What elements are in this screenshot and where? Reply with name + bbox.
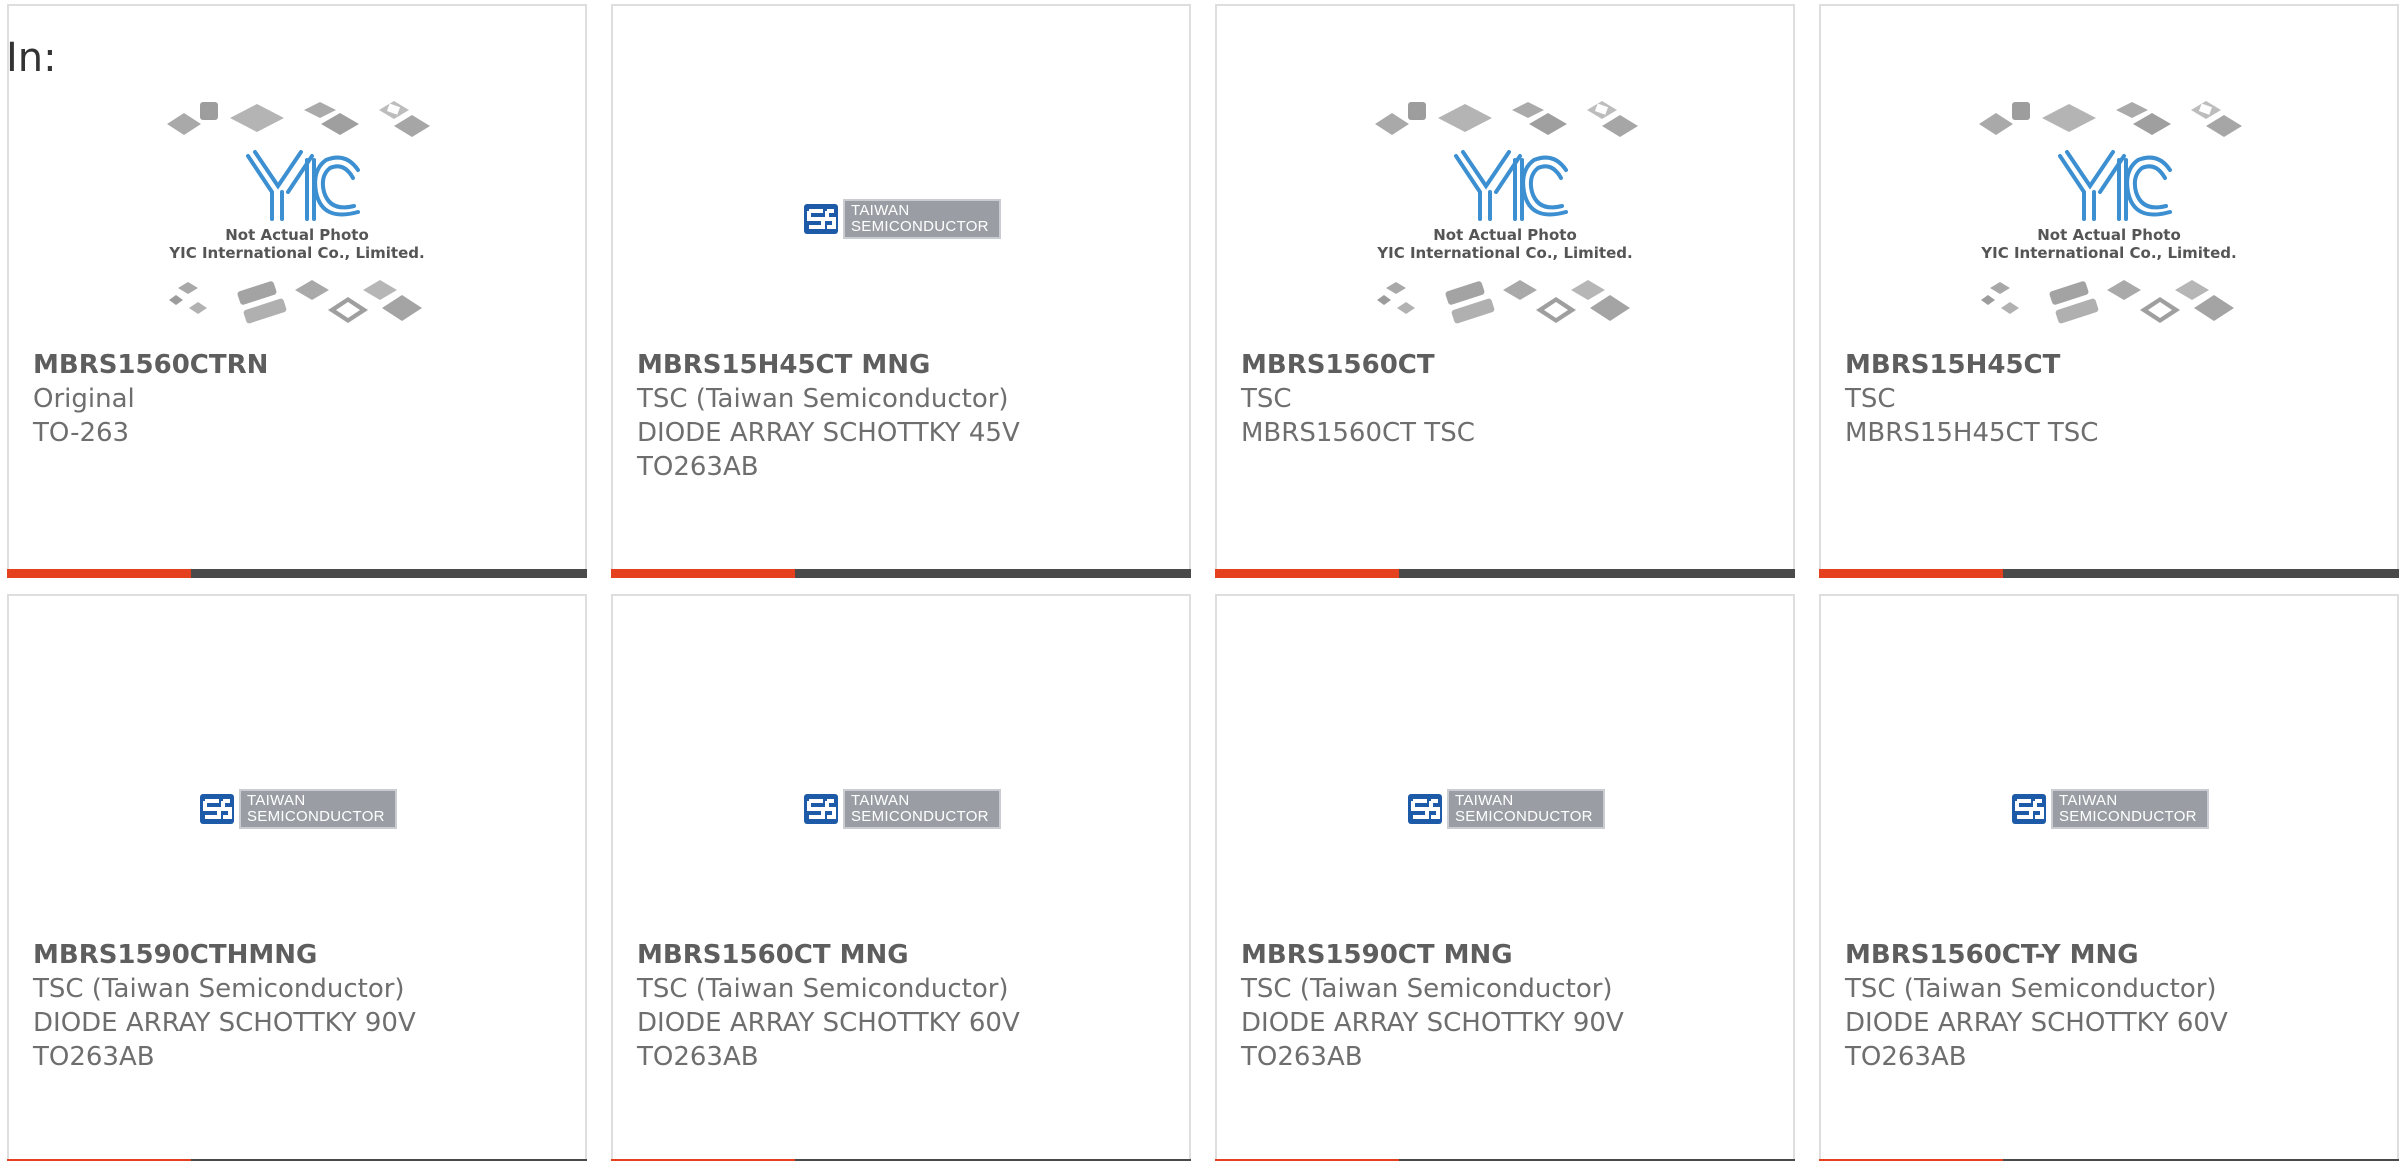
- card-bottom-bar: [1215, 569, 1795, 578]
- tsc-logo-line1: TAIWAN: [2059, 792, 2118, 809]
- product-detail-line: TO-263: [33, 418, 130, 448]
- tsc-logo-line2: SEMICONDUCTOR: [2059, 808, 2197, 825]
- product-grid-page: In: Not Actual Photo YIC International C…: [0, 0, 2400, 1161]
- product-detail-line: TSC (Taiwan Semiconductor): [637, 974, 1009, 1004]
- card-bar-accent: [611, 569, 795, 578]
- product-part-number[interactable]: MBRS15H45CT MNG: [637, 348, 1169, 382]
- product-detail-line: TO263AB: [637, 452, 759, 482]
- product-detail-line: MBRS1560CT TSC: [1241, 418, 1475, 448]
- product-part-number[interactable]: MBRS15H45CT: [1845, 348, 2377, 382]
- product-detail-line: MBRS15H45CT TSC: [1845, 418, 2099, 448]
- tsc-mark-icon: [2009, 789, 2051, 829]
- card-bar-dark: [191, 569, 587, 578]
- product-info: MBRS1590CTHMNG TSC (Taiwan Semiconductor)…: [33, 938, 565, 1074]
- product-card[interactable]: TAIWAN SEMICONDUCTOR MBRS1590CT MNG TSC (…: [1215, 594, 1795, 1161]
- product-info: MBRS1560CTRN Original TO-263: [33, 348, 565, 450]
- product-part-number[interactable]: MBRS1560CTRN: [33, 348, 565, 382]
- product-detail-line: DIODE ARRAY SCHOTTKY 60V: [637, 1008, 1020, 1038]
- card-bar-accent: [7, 569, 191, 578]
- product-image-placeholder[interactable]: Not Actual Photo YIC International Co., …: [1217, 94, 1793, 344]
- product-part-number[interactable]: MBRS1590CTHMNG: [33, 938, 565, 972]
- card-bar-accent: [1215, 569, 1399, 578]
- placeholder-caption-1: Not Actual Photo: [2037, 226, 2181, 244]
- product-info: MBRS1560CT TSC MBRS1560CT TSC: [1241, 348, 1773, 450]
- product-detail-line: DIODE ARRAY SCHOTTKY 60V: [1845, 1008, 2228, 1038]
- product-card[interactable]: Not Actual Photo YIC International Co., …: [1819, 4, 2399, 578]
- tsc-logo-line1: TAIWAN: [851, 202, 910, 219]
- product-card[interactable]: TAIWAN SEMICONDUCTOR MBRS1560CT MNG TSC (…: [611, 594, 1191, 1161]
- taiwan-semiconductor-logo: TAIWAN SEMICONDUCTOR: [2009, 789, 2209, 829]
- product-part-number[interactable]: MBRS1590CT MNG: [1241, 938, 1773, 972]
- product-detail-line: TSC (Taiwan Semiconductor): [1845, 974, 2217, 1004]
- product-info: MBRS15H45CT TSC MBRS15H45CT TSC: [1845, 348, 2377, 450]
- tsc-logo-line1: TAIWAN: [247, 792, 306, 809]
- product-part-number[interactable]: MBRS1560CT-Y MNG: [1845, 938, 2377, 972]
- tsc-mark-icon: [801, 789, 843, 829]
- tsc-logo-line2: SEMICONDUCTOR: [851, 218, 989, 235]
- taiwan-semiconductor-logo: TAIWAN SEMICONDUCTOR: [801, 199, 1001, 239]
- card-bar-dark: [1399, 569, 1795, 578]
- card-bar-accent: [1819, 569, 2003, 578]
- product-detail-line: TSC: [1241, 384, 1292, 414]
- card-bottom-bar: [611, 569, 1191, 578]
- product-card[interactable]: Not Actual Photo YIC International Co., …: [7, 4, 587, 578]
- product-detail-line: TSC (Taiwan Semiconductor): [33, 974, 405, 1004]
- tsc-logo-line2: SEMICONDUCTOR: [851, 808, 989, 825]
- product-detail-line: TO263AB: [1241, 1042, 1363, 1072]
- product-image-tsc-logo[interactable]: TAIWAN SEMICONDUCTOR: [1821, 684, 2397, 934]
- product-info: MBRS1560CT-Y MNG TSC (Taiwan Semiconducto…: [1845, 938, 2377, 1074]
- product-detail-line: Original: [33, 384, 135, 414]
- product-detail-line: TO263AB: [1845, 1042, 1967, 1072]
- product-image-tsc-logo[interactable]: TAIWAN SEMICONDUCTOR: [1217, 684, 1793, 934]
- tsc-mark-icon: [1405, 789, 1447, 829]
- placeholder-caption-1: Not Actual Photo: [1433, 226, 1577, 244]
- product-detail-line: TSC (Taiwan Semiconductor): [637, 384, 1009, 414]
- product-image-tsc-logo[interactable]: TAIWAN SEMICONDUCTOR: [9, 684, 585, 934]
- card-bottom-bar: [1819, 569, 2399, 578]
- card-bar-dark: [795, 569, 1191, 578]
- product-detail-line: TSC (Taiwan Semiconductor): [1241, 974, 1613, 1004]
- in-label: In:: [6, 35, 57, 81]
- tsc-logo-line1: TAIWAN: [851, 792, 910, 809]
- product-info: MBRS1560CT MNG TSC (Taiwan Semiconductor)…: [637, 938, 1169, 1074]
- placeholder-caption-2: YIC International Co., Limited.: [168, 244, 424, 262]
- product-detail-line: TO263AB: [33, 1042, 155, 1072]
- product-part-number[interactable]: MBRS1560CT: [1241, 348, 1773, 382]
- placeholder-caption-2: YIC International Co., Limited.: [1376, 244, 1632, 262]
- tsc-logo-line2: SEMICONDUCTOR: [247, 808, 385, 825]
- taiwan-semiconductor-logo: TAIWAN SEMICONDUCTOR: [197, 789, 397, 829]
- taiwan-semiconductor-logo: TAIWAN SEMICONDUCTOR: [1405, 789, 1605, 829]
- tsc-logo-line1: TAIWAN: [1455, 792, 1514, 809]
- tsc-logo-line2: SEMICONDUCTOR: [1455, 808, 1593, 825]
- product-card[interactable]: TAIWAN SEMICONDUCTOR MBRS15H45CT MNG TSC …: [611, 4, 1191, 578]
- product-card[interactable]: TAIWAN SEMICONDUCTOR MBRS1560CT-Y MNG TSC…: [1819, 594, 2399, 1161]
- product-part-number[interactable]: MBRS1560CT MNG: [637, 938, 1169, 972]
- product-detail-line: TO263AB: [637, 1042, 759, 1072]
- card-bar-dark: [2003, 569, 2399, 578]
- placeholder-caption-2: YIC International Co., Limited.: [1980, 244, 2236, 262]
- tsc-mark-icon: [197, 789, 239, 829]
- taiwan-semiconductor-logo: TAIWAN SEMICONDUCTOR: [801, 789, 1001, 829]
- product-image-tsc-logo[interactable]: TAIWAN SEMICONDUCTOR: [613, 94, 1189, 344]
- placeholder-caption-1: Not Actual Photo: [225, 226, 369, 244]
- product-detail-line: TSC: [1845, 384, 1896, 414]
- product-detail-line: DIODE ARRAY SCHOTTKY 90V: [33, 1008, 416, 1038]
- card-bottom-bar: [7, 569, 587, 578]
- tsc-mark-icon: [801, 199, 843, 239]
- product-card[interactable]: Not Actual Photo YIC International Co., …: [1215, 4, 1795, 578]
- product-info: MBRS15H45CT MNG TSC (Taiwan Semiconductor…: [637, 348, 1169, 484]
- product-image-tsc-logo[interactable]: TAIWAN SEMICONDUCTOR: [613, 684, 1189, 934]
- product-detail-line: DIODE ARRAY SCHOTTKY 90V: [1241, 1008, 1624, 1038]
- product-card[interactable]: TAIWAN SEMICONDUCTOR MBRS1590CTHMNG TSC (…: [7, 594, 587, 1161]
- product-image-placeholder[interactable]: Not Actual Photo YIC International Co., …: [9, 94, 585, 344]
- product-info: MBRS1590CT MNG TSC (Taiwan Semiconductor)…: [1241, 938, 1773, 1074]
- product-detail-line: DIODE ARRAY SCHOTTKY 45V: [637, 418, 1020, 448]
- product-image-placeholder[interactable]: Not Actual Photo YIC International Co., …: [1821, 94, 2397, 344]
